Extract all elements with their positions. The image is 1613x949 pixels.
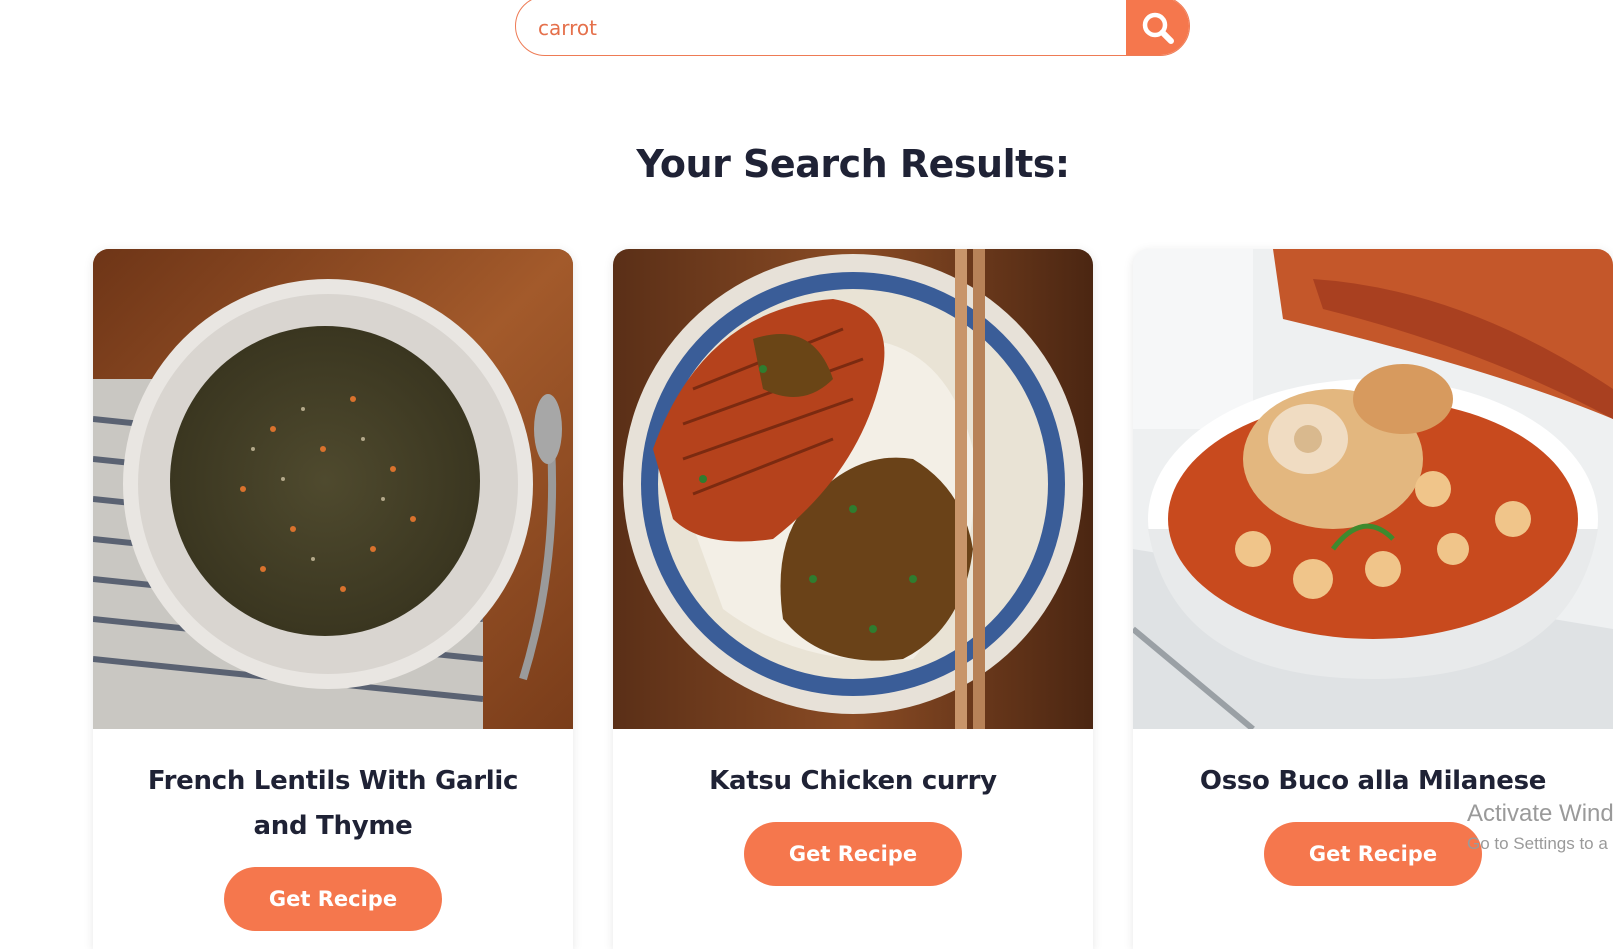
search-button[interactable] bbox=[1126, 0, 1189, 55]
recipe-title: Katsu Chicken curry bbox=[709, 766, 997, 796]
watermark-line1: Activate Wind bbox=[1467, 800, 1613, 827]
get-recipe-button[interactable]: Get Recipe bbox=[744, 822, 962, 886]
get-recipe-button[interactable]: Get Recipe bbox=[224, 867, 442, 931]
search-icon bbox=[1142, 12, 1174, 44]
recipe-card: Katsu Chicken curry Get Recipe bbox=[613, 249, 1093, 949]
katsu-curry-image bbox=[613, 249, 1093, 729]
results-heading: Your Search Results: bbox=[636, 142, 1070, 186]
watermark-line2: Go to Settings to a bbox=[1467, 834, 1608, 853]
osso-buco-image bbox=[1133, 249, 1613, 729]
search-bar bbox=[515, 0, 1190, 56]
get-recipe-button[interactable]: Get Recipe bbox=[1264, 822, 1482, 886]
activation-watermark: Activate Wind Go to Settings to a bbox=[1467, 800, 1613, 854]
recipe-title: French Lentils With Garlic and Thyme bbox=[147, 766, 519, 841]
lentils-bowl-image bbox=[93, 249, 573, 729]
recipe-card: French Lentils With Garlic and Thyme Get… bbox=[93, 249, 573, 949]
search-input[interactable] bbox=[516, 0, 1126, 55]
recipe-title: Osso Buco alla Milanese bbox=[1199, 766, 1547, 796]
